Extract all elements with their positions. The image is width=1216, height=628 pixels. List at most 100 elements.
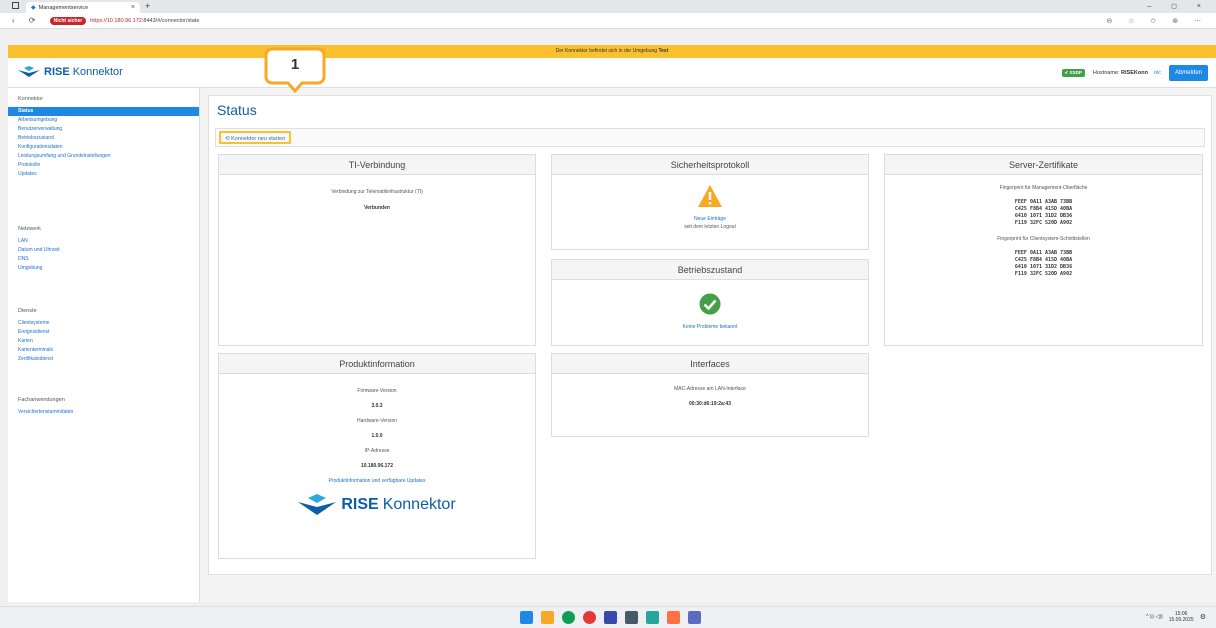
product-info-card: Produktinformation Firmware-Version 3.0.…: [218, 353, 536, 559]
address-bar: ‹ ⟳ Nicht sicher https://10.180.96.172:8…: [0, 13, 1216, 29]
main-content: Status ⟲ Konnektor neu starten TI-Verbin…: [200, 88, 1216, 602]
callout-number: 1: [290, 56, 300, 73]
card-body: Firmware-Version 3.0.3 Hardware-Version …: [219, 374, 535, 518]
rise-logo[interactable]: RISE Konnektor: [18, 66, 123, 78]
mgmt-fingerprint-line: C425 F8B4 415D 40BA: [1014, 206, 1073, 212]
card-body: Fingerprint für Management-Oberfläche FE…: [885, 175, 1202, 278]
card-body: Verbindung zur Telematikinfrastruktur (T…: [219, 175, 535, 211]
card-title: TI-Verbindung: [219, 155, 535, 175]
card-body: MAC-Adresse am LAN-Interface 00:30:d6:19…: [552, 374, 868, 407]
product-logo-name: Konnektor: [382, 496, 456, 513]
no-problems-link[interactable]: Keine Probleme bekannt: [552, 324, 868, 330]
environment-banner: Der Konnektor befindet sich in der Umgeb…: [8, 45, 1216, 58]
client-fingerprint-line: FEEF 0A11 A3AB 73BB: [1014, 250, 1073, 256]
interfaces-card: Interfaces MAC-Adresse am LAN-Interface …: [551, 353, 869, 437]
sidebar-group-konnektor: Konnektor Status Arbeitsumgebung Benutze…: [8, 96, 199, 179]
url-host: https://10.180.96.172: [90, 17, 142, 24]
nav-buttons[interactable]: ‹ ⟳: [12, 16, 42, 25]
explorer-icon[interactable]: [541, 611, 554, 624]
sidebar-item-betriebszustand[interactable]: Betriebszustand: [8, 134, 199, 143]
window-menu-icon[interactable]: [12, 2, 19, 9]
sidebar-item-updates[interactable]: Updates: [8, 170, 199, 179]
sidebar-item-zertifikatsdienst[interactable]: Zertifikatsdienst: [8, 355, 199, 364]
server-certificates-card: Server-Zertifikate Fingerprint für Manag…: [884, 154, 1203, 346]
store-icon[interactable]: [604, 611, 617, 624]
card-body: Neue Einträge seit dem letzten Logout: [552, 175, 868, 230]
logout-button[interactable]: Abmelden: [1168, 65, 1208, 81]
sidebar-item-konfigurationsdaten[interactable]: Konfigurationsdaten: [8, 143, 199, 152]
app-icon[interactable]: [667, 611, 680, 624]
product-rise-logo: RISE Konnektor: [298, 494, 456, 516]
client-fingerprint-line: C425 F8B4 415D 40BA: [1014, 257, 1073, 263]
sidebar-item-umgebung[interactable]: Umgebung: [8, 264, 199, 273]
browser-toolbar-icons[interactable]: ⊖ ☆ ✩ ⊕ ⋯: [1106, 17, 1208, 25]
sidebar-item-benutzerverwaltung[interactable]: Benutzerverwaltung: [8, 125, 199, 134]
tray-icons[interactable]: ^ ⊡ ◁)): [1146, 614, 1163, 620]
notes-icon[interactable]: [646, 611, 659, 624]
card-title: Sicherheitsprotokoll: [552, 155, 868, 175]
ti-connection-card: TI-Verbindung Verbindung zur Telematikin…: [218, 154, 536, 346]
edge-icon[interactable]: [562, 611, 575, 624]
sidebar-item-kartenterminals[interactable]: Kartenterminals: [8, 346, 199, 355]
browser-tab[interactable]: ◆ Managementservice ×: [26, 2, 140, 13]
tab-title: Managementservice: [38, 4, 89, 11]
environment-banner-text: Der Konnektor befindet sich in der Umgeb…: [555, 48, 658, 54]
favicon-icon: ◆: [31, 5, 36, 11]
environment-name: Test: [658, 48, 669, 54]
client-fingerprint-line: 6410 1071 31D2 DB36: [1014, 264, 1073, 270]
sidebar-item-dns[interactable]: DNS: [8, 255, 199, 264]
warning-icon: [698, 185, 722, 207]
sidebar-item-arbeitsumgebung[interactable]: Arbeitsumgebung: [8, 116, 199, 125]
mgmt-fingerprint-line: FEEF 0A11 A3AB 73BB: [1014, 199, 1073, 205]
operating-state-card: Betriebszustand Keine Probleme bekannt: [551, 259, 869, 346]
security-log-subtext: seit dem letzten Logout: [684, 224, 736, 230]
sidebar-item-status[interactable]: Status: [8, 107, 199, 116]
chrome-icon[interactable]: [583, 611, 596, 624]
notifications-icon[interactable]: ⚙: [1200, 613, 1206, 621]
window-controls[interactable]: – ◻ ×: [1147, 2, 1210, 10]
remote-icon[interactable]: [688, 611, 701, 624]
sidebar-item-datum-uhrzeit[interactable]: Datum und Uhrzeit: [8, 246, 199, 255]
sidebar-group-dienste: Dienste Clientsysteme Ereignisdienst Kar…: [8, 308, 199, 364]
rise-logo-icon: [298, 494, 337, 515]
sidebar-group-fachanwendungen: Fachanwendungen Versichertenstammdaten: [8, 397, 199, 417]
os-taskbar: ^ ⊡ ◁)) 15:06 15.09.2025 ⚙: [0, 606, 1216, 628]
sidebar-group-netzwerk: Netzwerk LAN Datum und Uhrzeit DNS Umgeb…: [8, 226, 199, 273]
mac-address-value: 00:30:d6:19:2a:43: [689, 401, 731, 407]
sidebar-item-ereignisdienst[interactable]: Ereignisdienst: [8, 328, 199, 337]
page-title: Status: [217, 102, 257, 118]
sidebar-item-lan[interactable]: LAN: [8, 237, 199, 246]
sidebar-item-karten[interactable]: Karten: [8, 337, 199, 346]
new-entries-link[interactable]: Neue Einträge: [552, 216, 868, 222]
url-field[interactable]: https://10.180.96.172:8443/#/connector/s…: [90, 18, 199, 24]
hostname-value: RISEKonn: [1121, 70, 1148, 76]
check-circle-icon: [699, 293, 721, 315]
card-body: Keine Probleme bekannt: [552, 280, 868, 330]
app-header: RISE Konnektor ✔ SSDP Hostname: RISEKonn…: [8, 58, 1216, 88]
brand-name: Konnektor: [72, 66, 123, 78]
security-log-card: Sicherheitsprotokoll Neue Einträge seit …: [551, 154, 869, 250]
client-fingerprint-line: F119 32FC 520D A902: [1014, 271, 1073, 277]
header-right: ✔ SSDP Hostname: RISEKonn olc Abmelden: [1061, 65, 1208, 81]
sidebar-item-clientsysteme[interactable]: Clientsysteme: [8, 319, 199, 328]
terminal-icon[interactable]: [625, 611, 638, 624]
mgmt-fingerprint-line: F119 32FC 520D A902: [1014, 220, 1073, 226]
clock[interactable]: 15:06 15.09.2025: [1169, 611, 1194, 623]
sidebar-item-leistungsumfang[interactable]: Leistungsumfang und Grundeinstellungen: [8, 152, 199, 161]
card-title: Betriebszustand: [552, 260, 868, 280]
restart-connector-button[interactable]: ⟲ Konnektor neu starten: [219, 131, 292, 144]
sidebar-nav: Konnektor Status Arbeitsumgebung Benutze…: [8, 88, 200, 602]
hostname-display: Hostname: RISEKonn: [1093, 70, 1148, 76]
new-tab-button[interactable]: +: [145, 1, 150, 11]
brand-bold: RISE: [44, 66, 70, 78]
sidebar-item-protokolle[interactable]: Protokolle: [8, 161, 199, 170]
card-title: Produktinformation: [219, 354, 535, 374]
not-secure-badge[interactable]: Nicht sicher: [49, 16, 87, 25]
start-icon[interactable]: [520, 611, 533, 624]
sidebar-item-versichertenstammdaten[interactable]: Versichertenstammdaten: [8, 408, 199, 417]
clock-date: 15.09.2025: [1168, 617, 1194, 623]
mgmt-fingerprint-line: 6410 1071 31D2 DB36: [1014, 213, 1073, 219]
olc-link[interactable]: olc: [1154, 70, 1161, 76]
tab-close-icon[interactable]: ×: [131, 4, 135, 11]
ssdp-status-badge: ✔ SSDP: [1061, 69, 1085, 77]
